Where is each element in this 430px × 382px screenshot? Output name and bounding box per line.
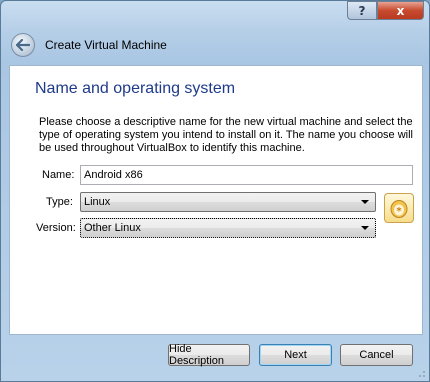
name-input[interactable]: Android x86 (80, 165, 413, 185)
close-button[interactable]: x (377, 1, 424, 20)
name-label: Name: (42, 169, 75, 181)
type-label: Type: (46, 196, 73, 208)
version-select-value: Other Linux (84, 222, 141, 234)
wizard-title: Create Virtual Machine (45, 38, 167, 52)
type-select-value: Linux (84, 196, 111, 208)
help-label: ? (358, 3, 366, 18)
next-button[interactable]: Next (259, 344, 332, 366)
back-button[interactable] (11, 33, 35, 57)
back-arrow-icon (16, 39, 30, 51)
help-button[interactable]: ? (347, 1, 377, 20)
cancel-button[interactable]: Cancel (340, 344, 413, 366)
wizard-page: Name and operating system Please choose … (9, 65, 423, 335)
version-select[interactable]: Other Linux (80, 218, 376, 238)
page-heading: Name and operating system (35, 80, 236, 97)
create-vm-window: ? x Create Virtual Machine Name and oper… (0, 0, 430, 382)
linux-os-icon: * (384, 193, 414, 223)
resize-grip-icon[interactable] (416, 368, 426, 378)
type-select[interactable]: Linux (80, 192, 376, 212)
version-label: Version: (36, 222, 76, 234)
page-description: Please choose a descriptive name for the… (39, 116, 414, 154)
close-label: x (396, 3, 405, 18)
chevron-down-icon (361, 200, 369, 204)
os-badge-icon: * (390, 200, 408, 218)
hide-description-button[interactable]: Hide Description (168, 343, 250, 367)
svg-text:*: * (396, 206, 402, 217)
chevron-down-icon (361, 226, 369, 230)
